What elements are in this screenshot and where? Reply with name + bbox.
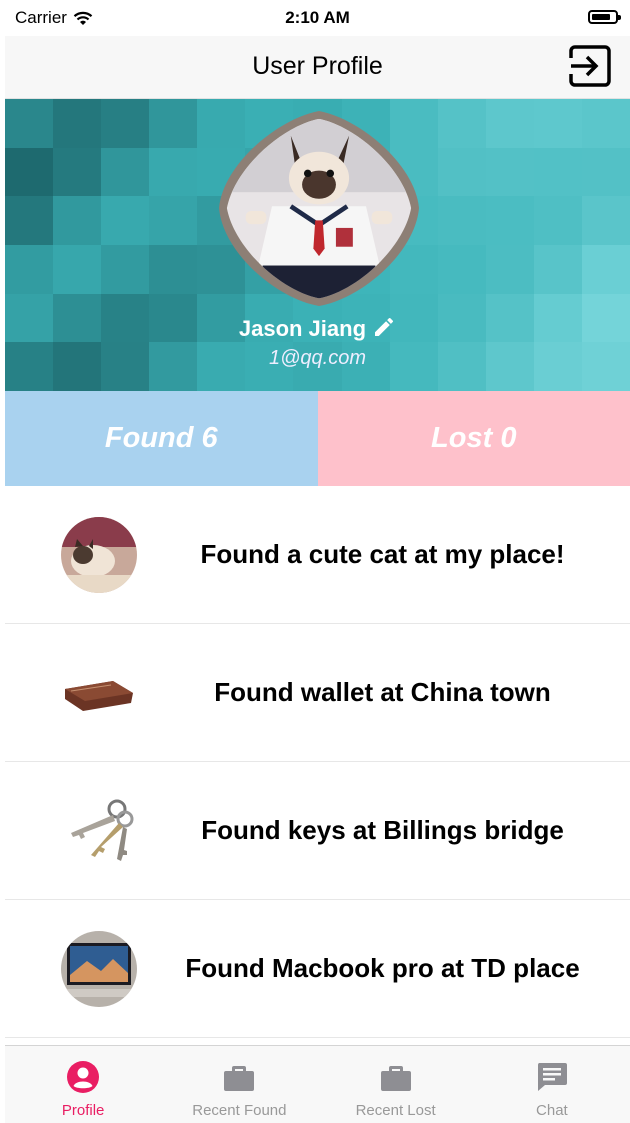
list-item[interactable]: Found a cute cat at my place! (5, 486, 630, 624)
mosaic-tile (581, 245, 630, 294)
chat-icon (537, 1063, 567, 1091)
profile-avatar[interactable] (219, 111, 419, 306)
keys-thumbnail (61, 792, 137, 869)
mosaic-tile (485, 196, 534, 245)
mosaic-tile (5, 147, 54, 197)
list-item-title: Found wallet at China town (214, 677, 551, 707)
mosaic-tile (533, 99, 582, 148)
cat-thumbnail (61, 516, 137, 593)
mosaic-tile (581, 99, 630, 148)
mosaic-tile (485, 147, 534, 197)
tab-recent-found[interactable]: Recent Found (161, 1046, 317, 1123)
nav-bar: User Profile (5, 36, 630, 99)
mosaic-tile (149, 99, 198, 148)
mosaic-tile (149, 245, 198, 294)
mosaic-tile (485, 245, 534, 294)
wallet-thumbnail (61, 654, 137, 731)
briefcase-icon (380, 1066, 411, 1091)
tab-chat[interactable]: Chat (474, 1046, 630, 1123)
app-frame: Carrier 2:10 AM User Profile Jason Jiang… (5, 0, 630, 1123)
list-item-title: Found Macbook pro at TD place (185, 953, 580, 983)
laptop-thumbnail (61, 930, 137, 1007)
tab-lost[interactable]: Lost 0 (317, 391, 630, 486)
bottom-tab-bar: Profile Recent Found Recent Lost Chat (5, 1045, 630, 1123)
mosaic-tile (53, 99, 102, 148)
list-item[interactable]: Found keys at Billings bridge (5, 762, 630, 900)
mosaic-tile (437, 196, 486, 245)
list-item[interactable]: Found Macbook pro at TD place (5, 900, 630, 1038)
tab-found-label: Found 6 (104, 422, 218, 454)
status-time: 2:10 AM (285, 8, 350, 27)
pencil-icon[interactable] (372, 315, 396, 339)
battery-icon (588, 10, 621, 24)
mosaic-tile (53, 196, 102, 245)
tab-profile[interactable]: Profile (5, 1046, 161, 1123)
tab-chat-label: Chat (536, 1102, 568, 1119)
mosaic-tile (53, 147, 102, 197)
mosaic-tile (533, 245, 582, 294)
tab-recent-lost-label: Recent Lost (355, 1102, 436, 1119)
mosaic-tile (437, 147, 486, 197)
mosaic-tile (485, 99, 534, 148)
mosaic-tile (437, 245, 486, 294)
found-items-list: Found a cute cat at my place! Found wall… (5, 486, 630, 1038)
list-item-title: Found a cute cat at my place! (200, 539, 565, 569)
tab-profile-label: Profile (61, 1102, 105, 1119)
logout-icon[interactable] (568, 44, 612, 88)
list-item-title: Found keys at Billings bridge (201, 815, 564, 845)
mosaic-tile (533, 147, 582, 197)
mosaic-tile (437, 99, 486, 148)
mosaic-tile (53, 245, 102, 294)
profile-name-row: Jason Jiang (5, 315, 630, 342)
mosaic-tile (5, 196, 54, 245)
list-item[interactable]: Found wallet at China town (5, 624, 630, 762)
mosaic-tile (101, 196, 150, 245)
mosaic-tile (5, 99, 54, 148)
profile-header: Jason Jiang 1@qq.com (5, 99, 630, 391)
mosaic-tile (149, 147, 198, 197)
briefcase-icon (224, 1066, 255, 1091)
tab-recent-lost[interactable]: Recent Lost (318, 1046, 474, 1123)
found-lost-tabs: Found 6 Lost 0 (5, 391, 630, 486)
profile-name: Jason Jiang (238, 316, 367, 341)
tab-recent-found-label: Recent Found (192, 1102, 287, 1119)
mosaic-tile (581, 147, 630, 197)
page-title: User Profile (252, 52, 383, 80)
mosaic-tile (149, 196, 198, 245)
mosaic-tile (533, 196, 582, 245)
profile-icon (67, 1061, 100, 1093)
mosaic-tile (101, 245, 150, 294)
mosaic-tile (5, 245, 54, 294)
tab-found[interactable]: Found 6 (5, 391, 318, 486)
tab-lost-label: Lost 0 (431, 422, 517, 454)
mosaic-tile (101, 147, 150, 197)
profile-email: 1@qq.com (268, 347, 366, 369)
mosaic-tile (101, 99, 150, 148)
mosaic-tile (581, 196, 630, 245)
status-bar: Carrier 2:10 AM (5, 0, 630, 36)
